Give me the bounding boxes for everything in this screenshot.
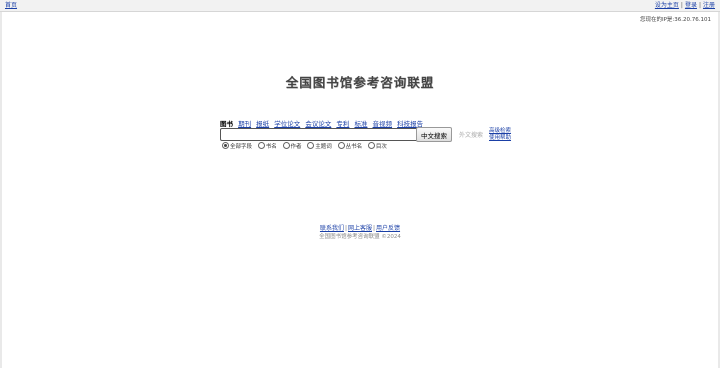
ip-address-text: 您现在的IP是:36.20.76.101 <box>639 17 711 23</box>
contact-link[interactable]: 联系我们 <box>320 225 344 232</box>
feedback-link[interactable]: 用户反馈 <box>376 225 400 232</box>
tab-conference-papers[interactable]: 会议论文 <box>305 120 331 128</box>
top-right-links: 设为主页 | 登录 | 注册 <box>655 0 715 11</box>
left-frame-border <box>0 12 2 368</box>
search-category-tabs: 图书 期刊 报纸 学位论文 会议论文 专利 标准 音视频 科技报告 <box>220 118 426 128</box>
tab-journals[interactable]: 期刊 <box>238 120 251 128</box>
radio-series[interactable] <box>337 141 345 149</box>
site-logo-title: 全国图书馆参考咨询联盟 <box>285 75 435 90</box>
search-side-links: 高级检索 使用帮助 <box>489 128 511 142</box>
radio-title[interactable] <box>257 141 265 149</box>
tab-dissertations[interactable]: 学位论文 <box>274 120 300 128</box>
register-link[interactable]: 注册 <box>703 2 715 9</box>
tab-newspapers[interactable]: 报纸 <box>256 120 269 128</box>
radio-label: 目次 <box>375 144 387 150</box>
copyright-text: 全国图书馆参考咨询联盟 ©2024 <box>319 234 401 240</box>
chinese-search-button[interactable]: 中文搜索 <box>416 127 452 142</box>
tab-standards[interactable]: 标准 <box>354 120 367 128</box>
footer-links: 联系我们|网上客服|用户反馈 <box>0 223 720 232</box>
help-link[interactable]: 使用帮助 <box>489 135 511 142</box>
tab-audio-video[interactable]: 音视频 <box>373 120 393 128</box>
radio-author[interactable] <box>282 141 290 149</box>
radio-label: 丛书名 <box>345 144 363 150</box>
radio-label: 全部字段 <box>230 144 253 150</box>
foreign-search-button[interactable]: 外文搜索 <box>456 127 486 142</box>
advanced-search-link[interactable]: 高级检索 <box>489 128 511 135</box>
set-homepage-link[interactable]: 设为主页 <box>655 2 679 9</box>
radio-label: 作者 <box>290 144 302 150</box>
radio-label: 主题词 <box>315 144 332 150</box>
radio-subject[interactable] <box>307 141 315 149</box>
tab-books[interactable]: 图书 <box>220 120 233 128</box>
radio-contents[interactable] <box>367 141 375 149</box>
login-link[interactable]: 登录 <box>685 2 697 9</box>
online-service-link[interactable]: 网上客服 <box>348 225 372 232</box>
radio-label: 书名 <box>265 144 277 150</box>
search-input[interactable] <box>220 128 419 141</box>
radio-all-fields[interactable] <box>222 141 229 149</box>
top-bar: 首页 设为主页 | 登录 | 注册 <box>0 0 720 12</box>
home-link[interactable]: 首页 <box>5 0 17 11</box>
search-field-radios: 全部字段 书名 作者 主题词 丛书名 目次 <box>220 141 389 150</box>
tab-patents[interactable]: 专利 <box>336 120 349 128</box>
